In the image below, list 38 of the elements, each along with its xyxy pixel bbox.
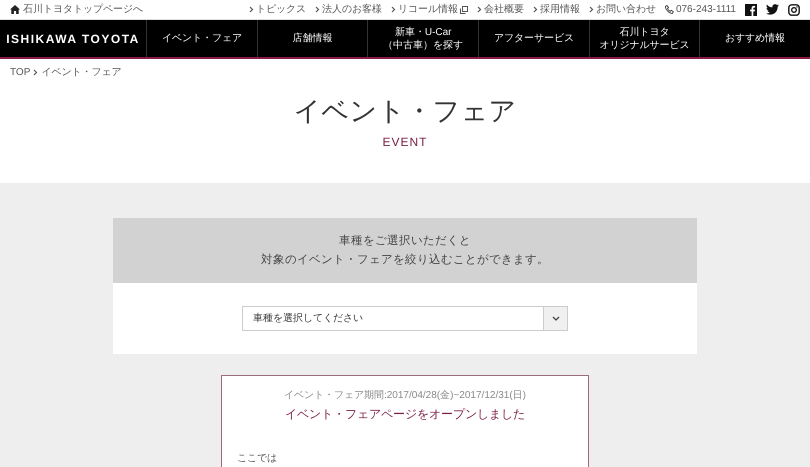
event-body: ここでは [237,452,278,466]
facebook-icon[interactable] [745,4,757,16]
chevron-down-icon [552,316,560,321]
chevron-icon [33,69,38,76]
top-link[interactable]: 会社概要 [476,2,524,17]
home-link[interactable]: 石川トヨタトップページへ [10,2,143,17]
nav-item[interactable]: アフターサービス [479,20,590,57]
nav-item[interactable]: 店舗情報 [258,20,368,57]
nav-item[interactable]: 新車・U-Car （中古車）を探す [368,20,480,57]
nav-item[interactable]: 石川トヨタ オリジナルサービス [590,20,700,57]
vehicle-select[interactable]: 車種を選択してください [242,306,568,331]
chevron-icon [248,6,254,13]
breadcrumb-item[interactable]: イベント・フェア [41,65,122,80]
event-period: イベント・フェア期間:2017/04/28(金)~2017/12/31(日) [282,388,528,403]
top-link[interactable]: お問い合わせ [588,2,656,17]
top-link[interactable]: リコール情報 [390,2,468,17]
phone-number: 076-243-1111 [664,2,736,17]
phone-icon [664,5,674,14]
chevron-icon [476,6,482,13]
twitter-icon[interactable] [766,4,779,15]
home-icon [10,5,20,14]
instagram-icon[interactable] [788,4,800,16]
logo[interactable]: ISHIKAWA TOYOTA [0,20,147,57]
chevron-icon [532,6,538,13]
breadcrumb-item[interactable]: TOP [10,65,30,80]
top-link[interactable]: トピックス [248,2,306,17]
page-subtitle: EVENT [381,134,428,151]
chevron-icon [390,6,396,13]
event-title: イベント・フェアページをオープンしました [284,406,526,423]
top-link[interactable]: 法人のお客様 [314,2,382,17]
page-title: イベント・フェア [292,95,518,128]
chevron-icon [588,6,594,13]
chevron-icon [314,6,320,13]
filter-description: 車種をご選択いただくと 対象のイベント・フェアを絞り込むことができます。 [113,218,697,283]
nav-item[interactable]: イベント・フェア [147,20,258,57]
external-window-icon [460,6,468,14]
top-link[interactable]: 採用情報 [532,2,580,17]
nav-item[interactable]: おすすめ情報 [700,20,810,57]
